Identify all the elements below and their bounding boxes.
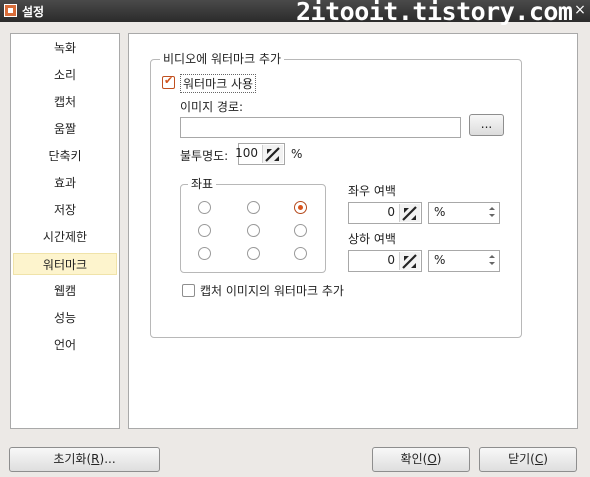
app-icon — [4, 4, 17, 17]
opacity-stepper[interactable]: 100 — [235, 143, 285, 165]
position-bottom-center-radio[interactable] — [247, 247, 260, 260]
margin-lr-stepper[interactable]: 0 — [348, 202, 422, 224]
browse-button[interactable]: ... — [469, 114, 504, 136]
sidebar-item-time-limit[interactable]: 시간제한 — [13, 226, 117, 248]
sidebar-item-watermark[interactable]: 워터마크 — [13, 253, 117, 275]
stepper-arrows-icon[interactable] — [399, 252, 420, 270]
position-bottom-left-radio[interactable] — [198, 247, 211, 260]
use-watermark-checkbox[interactable] — [162, 74, 175, 89]
title-bar: 설정 2itooit.tistory.com × — [0, 0, 590, 26]
margin-tb-label: 상하 여백 — [348, 232, 396, 246]
sidebar-item-capture[interactable]: 캡처 — [13, 91, 117, 113]
close-button[interactable]: 닫기(C) — [479, 447, 577, 472]
sidebar-item-save[interactable]: 저장 — [13, 199, 117, 221]
watermark-group-title: 비디오에 워터마크 추가 — [160, 50, 285, 67]
sidebar-item-webcam[interactable]: 웹캠 — [13, 280, 117, 302]
margin-lr-unit: % — [434, 205, 446, 219]
reset-button[interactable]: 초기화(R)... — [9, 447, 160, 472]
spinner-arrows-icon — [489, 255, 495, 265]
capture-watermark-checkbox[interactable] — [182, 284, 195, 297]
margin-tb-stepper[interactable]: 0 — [348, 250, 422, 272]
margin-lr-value: 0 — [387, 205, 395, 219]
stepper-arrows-icon[interactable] — [399, 204, 420, 222]
coordinates-title: 좌표 — [188, 175, 217, 192]
position-middle-right-radio[interactable] — [294, 224, 307, 237]
sidebar-item-performance[interactable]: 성능 — [13, 307, 117, 329]
ok-button[interactable]: 확인(O) — [372, 447, 470, 472]
position-middle-left-radio[interactable] — [198, 224, 211, 237]
sidebar-item-gif[interactable]: 움짤 — [13, 118, 117, 140]
position-middle-center-radio[interactable] — [247, 224, 260, 237]
close-icon[interactable]: × — [572, 2, 588, 18]
spinner-arrows-icon — [489, 207, 495, 217]
image-path-label: 이미지 경로: — [180, 100, 244, 114]
watermark-text: 2itooit.tistory.com — [296, 0, 573, 26]
sidebar-item-sound[interactable]: 소리 — [13, 64, 117, 86]
use-watermark-label[interactable]: 워터마크 사용 — [180, 74, 257, 93]
window-title: 설정 — [22, 5, 45, 19]
image-path-input[interactable] — [180, 117, 461, 138]
stepper-arrows-icon[interactable] — [262, 145, 283, 163]
settings-sidebar: 녹화 소리 캡처 움짤 단축키 효과 저장 시간제한 워터마크 웹캠 성능 언어 — [10, 33, 120, 429]
margin-tb-unit: % — [434, 253, 446, 267]
sidebar-item-effects[interactable]: 효과 — [13, 172, 117, 194]
sidebar-item-hotkeys[interactable]: 단축키 — [13, 145, 117, 167]
opacity-label: 불투명도: — [180, 149, 229, 163]
position-bottom-right-radio[interactable] — [294, 247, 307, 260]
margin-lr-label: 좌우 여백 — [348, 184, 396, 198]
position-top-left-radio[interactable] — [198, 201, 211, 214]
sidebar-item-record[interactable]: 녹화 — [13, 37, 117, 59]
capture-watermark-label[interactable]: 캡처 이미지의 워터마크 추가 — [200, 282, 344, 299]
sidebar-item-language[interactable]: 언어 — [13, 334, 117, 356]
position-top-right-radio[interactable] — [294, 201, 307, 214]
position-top-center-radio[interactable] — [247, 201, 260, 214]
margin-tb-value: 0 — [387, 253, 395, 267]
opacity-unit: % — [291, 147, 303, 161]
opacity-value: 100 — [235, 146, 258, 160]
margin-tb-unit-select[interactable]: % — [428, 250, 500, 272]
margin-lr-unit-select[interactable]: % — [428, 202, 500, 224]
